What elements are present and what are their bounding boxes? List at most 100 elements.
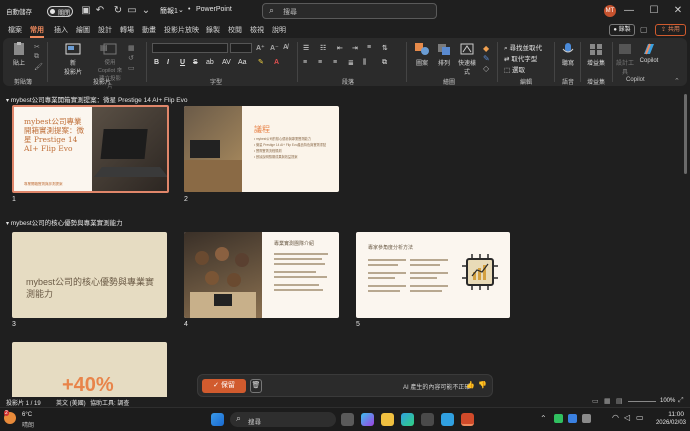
numbering-icon[interactable]: ☷ xyxy=(320,44,326,52)
section-header-1[interactable]: mybest公司專業開箱實測提案：微星 Prestige 14 AI+ Flip… xyxy=(6,94,188,104)
present-icon[interactable]: ▭ xyxy=(126,5,138,17)
new-slide-button[interactable]: 新 投影片 xyxy=(60,42,86,76)
indent-less-icon[interactable]: ⇤ xyxy=(337,44,343,52)
dictate-button[interactable]: 聽寫 xyxy=(560,42,576,67)
shapes-button[interactable]: 圖案 xyxy=(412,42,432,67)
tab-slideshow[interactable]: 投影片放映 xyxy=(164,25,199,35)
shadow-icon[interactable]: ab xyxy=(206,59,214,66)
volume-icon[interactable]: ◁ xyxy=(624,413,630,422)
maximize-icon[interactable]: ☐ xyxy=(648,5,660,17)
record-button[interactable]: ● 錄製 xyxy=(609,24,635,36)
comment-icon[interactable]: ▢ xyxy=(640,25,648,34)
case-icon[interactable]: Aa xyxy=(238,59,247,66)
slide-thumbnail-6[interactable]: +40% xyxy=(12,342,167,397)
copilot-app-icon[interactable] xyxy=(361,413,374,426)
tab-help[interactable]: 說明 xyxy=(272,25,286,35)
copilot-button[interactable]: Copilot xyxy=(638,42,660,64)
collapse-ribbon-icon[interactable]: ⌃ xyxy=(674,77,680,85)
text-direction-icon[interactable]: ⇅ xyxy=(382,44,388,52)
format-painter-icon[interactable]: 🖌 xyxy=(34,63,43,71)
shrink-font-icon[interactable]: A⁻ xyxy=(270,44,279,52)
tab-home[interactable]: 常用 xyxy=(30,25,44,38)
paste-button[interactable]: 貼上 xyxy=(8,42,30,67)
copy-icon[interactable]: ⧉ xyxy=(34,53,39,61)
slide-thumbnail-3[interactable]: mybest公司的核心優勢與專業實測能力 xyxy=(12,232,167,318)
reading-view-icon[interactable]: ▤ xyxy=(616,397,623,405)
thumbs-up-icon[interactable]: 👍 xyxy=(466,381,475,389)
tray-chevron-icon[interactable]: ⌃ xyxy=(540,414,547,423)
save-icon[interactable]: ▣ xyxy=(80,5,92,17)
underline-button[interactable]: U xyxy=(180,59,185,66)
tab-insert[interactable]: 插入 xyxy=(54,25,68,35)
avatar[interactable]: MT xyxy=(604,5,616,17)
fit-icon[interactable]: ⤢ xyxy=(678,397,684,405)
spacing-icon[interactable]: AV xyxy=(222,59,231,66)
clock-date[interactable]: 2026/02/03 xyxy=(650,420,686,426)
shape-effects-icon[interactable]: ◇ xyxy=(483,64,489,73)
edge-icon[interactable] xyxy=(401,413,414,426)
keep-button[interactable]: ✓ 保留 xyxy=(202,379,246,393)
section-header-2[interactable]: mybest公司的核心優勢與專業實測能力 xyxy=(6,217,123,227)
chevron-down-icon[interactable]: ⌄ xyxy=(178,6,184,14)
grow-font-icon[interactable]: A⁺ xyxy=(256,44,265,52)
more-icon[interactable]: ⌄ xyxy=(140,5,152,17)
tab-file[interactable]: 檔案 xyxy=(8,25,22,35)
strike-button[interactable]: S xyxy=(193,59,198,66)
file-explorer-icon[interactable] xyxy=(381,413,394,426)
font-color-icon[interactable]: A xyxy=(274,59,279,66)
shape-fill-icon[interactable]: ◆ xyxy=(483,44,489,53)
delete-icon[interactable]: 🗑 xyxy=(250,379,262,393)
justify-icon[interactable]: ≣ xyxy=(348,59,354,67)
section-icon[interactable]: ▭ xyxy=(128,64,135,72)
slide-thumbnail-2[interactable]: 議程 • mybest公司的核心優勢與專業實測能力 • 微星 Prestige … xyxy=(184,106,339,192)
highlight-icon[interactable]: ✎ xyxy=(258,58,264,66)
slide-thumbnail-5[interactable]: 專家參角度分析方法 xyxy=(356,232,510,318)
normal-view-icon[interactable]: ▭ xyxy=(592,397,599,405)
align-right-icon[interactable]: ≡ xyxy=(333,59,337,66)
line-spacing-icon[interactable]: ≡ xyxy=(367,44,371,51)
columns-icon[interactable]: ⫼ xyxy=(363,59,366,67)
app-icon[interactable] xyxy=(441,413,454,426)
font-size-select[interactable] xyxy=(230,43,252,53)
cut-icon[interactable]: ✂ xyxy=(34,43,40,51)
minimize-icon[interactable]: — xyxy=(623,5,635,17)
sorter-view-icon[interactable]: ▦ xyxy=(604,397,611,405)
close-icon[interactable]: ✕ xyxy=(672,5,684,17)
tray-app-icon[interactable] xyxy=(568,414,577,423)
font-name-select[interactable] xyxy=(152,43,228,53)
layout-icon[interactable]: ▦ xyxy=(128,44,135,52)
tab-animations[interactable]: 動畫 xyxy=(142,25,156,35)
clock-time[interactable]: 11:00 xyxy=(658,411,684,418)
tab-design[interactable]: 設計 xyxy=(98,25,112,35)
smartart-icon[interactable]: ⧉ xyxy=(382,59,387,67)
shape-outline-icon[interactable]: ✎ xyxy=(483,54,490,63)
reset-icon[interactable]: ↺ xyxy=(128,54,134,62)
bullets-icon[interactable]: ☰ xyxy=(303,44,309,52)
tab-transitions[interactable]: 轉場 xyxy=(120,25,134,35)
zoom-slider[interactable] xyxy=(628,401,656,402)
tab-draw[interactable]: 繪圖 xyxy=(76,25,90,35)
bold-button[interactable]: B xyxy=(154,59,159,66)
tab-review[interactable]: 校閱 xyxy=(228,25,242,35)
share-button[interactable]: ⇪ 共用 xyxy=(655,24,686,36)
find-replace-button[interactable]: ⌕ 尋找並取代 xyxy=(504,42,542,53)
redo-icon[interactable]: ↻ xyxy=(112,5,124,17)
undo-icon[interactable]: ↶ xyxy=(94,5,106,17)
align-left-icon[interactable]: ≡ xyxy=(303,59,307,66)
italic-button[interactable]: I xyxy=(167,59,169,66)
start-icon[interactable] xyxy=(211,413,224,426)
arrange-button[interactable]: 排列 xyxy=(434,42,454,67)
autosave-toggle[interactable]: 關閉 xyxy=(47,6,73,17)
indent-more-icon[interactable]: ⇥ xyxy=(352,44,358,52)
task-view-icon[interactable] xyxy=(341,413,354,426)
tab-view[interactable]: 檢視 xyxy=(250,25,264,35)
align-center-icon[interactable]: ≡ xyxy=(318,59,322,66)
accessibility-status[interactable]: 協助工具: 調查 xyxy=(90,398,129,407)
scrollbar-thumb[interactable] xyxy=(684,94,687,174)
slide-thumbnail-1[interactable]: mybest公司專業開箱實測提案：微星 Prestige 14 AI+ Flip… xyxy=(12,105,169,193)
clear-format-icon[interactable]: A̸ xyxy=(283,44,288,51)
thumbs-down-icon[interactable]: 👎 xyxy=(478,381,487,389)
slide-thumbnail-4[interactable]: 專業實測團隊介紹 xyxy=(184,232,339,318)
designer-button[interactable]: 設計工具 xyxy=(615,42,635,76)
taskbar-search[interactable]: ⌕ 搜尋 xyxy=(230,412,336,427)
